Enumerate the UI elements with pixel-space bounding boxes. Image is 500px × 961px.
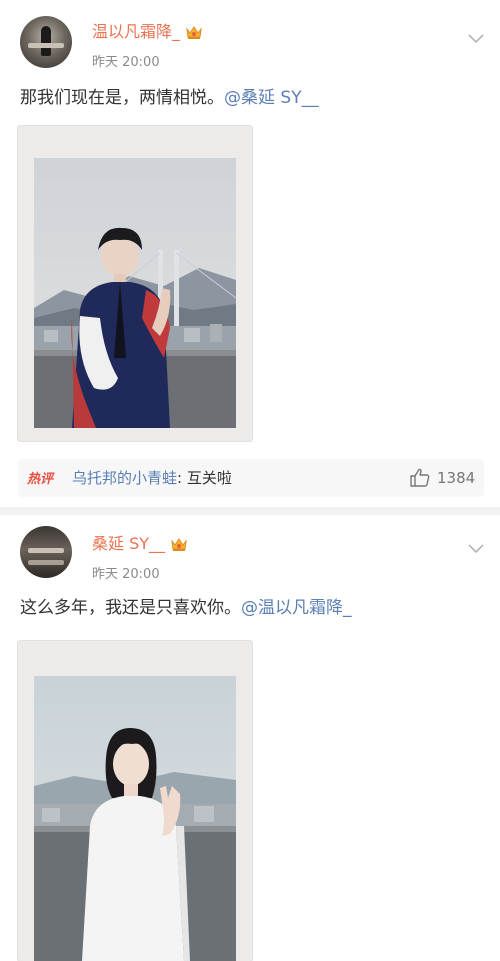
post-text: 那我们现在是，两情相悦。@桑延 SY__ [20, 86, 319, 110]
hot-comment-tag: 热评 [27, 472, 54, 487]
photo-image [34, 158, 236, 428]
mention-link[interactable]: @桑延 SY__ [224, 88, 319, 108]
author-row: 温以凡霜降_ [92, 22, 203, 42]
avatar-figure [41, 26, 51, 56]
avatar-shelf [28, 548, 64, 553]
crown-vip-badge-icon [185, 24, 203, 40]
comment-body: 互关啦 [186, 469, 232, 487]
post-body: 那我们现在是，两情相悦。 [20, 88, 224, 108]
avatar[interactable] [20, 526, 72, 578]
avatar-shelf [28, 560, 64, 565]
chevron-down-icon[interactable] [468, 29, 484, 44]
crown-vip-badge-icon [170, 536, 188, 552]
weibo-post: 温以凡霜降_ 昨天 20:00 那我们现在是，两情相悦。@桑延 SY__ 热评 … [0, 0, 500, 507]
post-divider [0, 507, 500, 515]
chevron-down-icon[interactable] [468, 539, 484, 554]
like-count: 1384 [437, 469, 476, 487]
author-row: 桑延 SY__ [92, 534, 188, 554]
comment-separator: : [177, 469, 187, 487]
mention-link[interactable]: @温以凡霜降_ [241, 598, 352, 618]
hot-comment[interactable]: 热评 乌托邦的小青蛙: 互关啦 1384 [18, 459, 484, 497]
photo-image [34, 676, 236, 961]
post-photo[interactable] [18, 126, 252, 441]
post-timestamp: 昨天 20:00 [92, 567, 160, 582]
author-name[interactable]: 温以凡霜降_ [92, 22, 180, 42]
avatar[interactable] [20, 16, 72, 68]
commenter-name[interactable]: 乌托邦的小青蛙 [72, 469, 177, 487]
post-photo[interactable] [18, 641, 252, 961]
thumbs-up-icon[interactable] [410, 468, 430, 487]
post-timestamp: 昨天 20:00 [92, 55, 160, 70]
post-text: 这么多年，我还是只喜欢你。@温以凡霜降_ [20, 596, 352, 620]
avatar-shelf [28, 43, 64, 48]
author-name[interactable]: 桑延 SY__ [92, 534, 165, 554]
hot-comment-text: 乌托邦的小青蛙: 互关啦 [72, 467, 232, 488]
weibo-post: 桑延 SY__ 昨天 20:00 这么多年，我还是只喜欢你。@温以凡霜降_ [0, 515, 500, 961]
post-body: 这么多年，我还是只喜欢你。 [20, 598, 241, 618]
